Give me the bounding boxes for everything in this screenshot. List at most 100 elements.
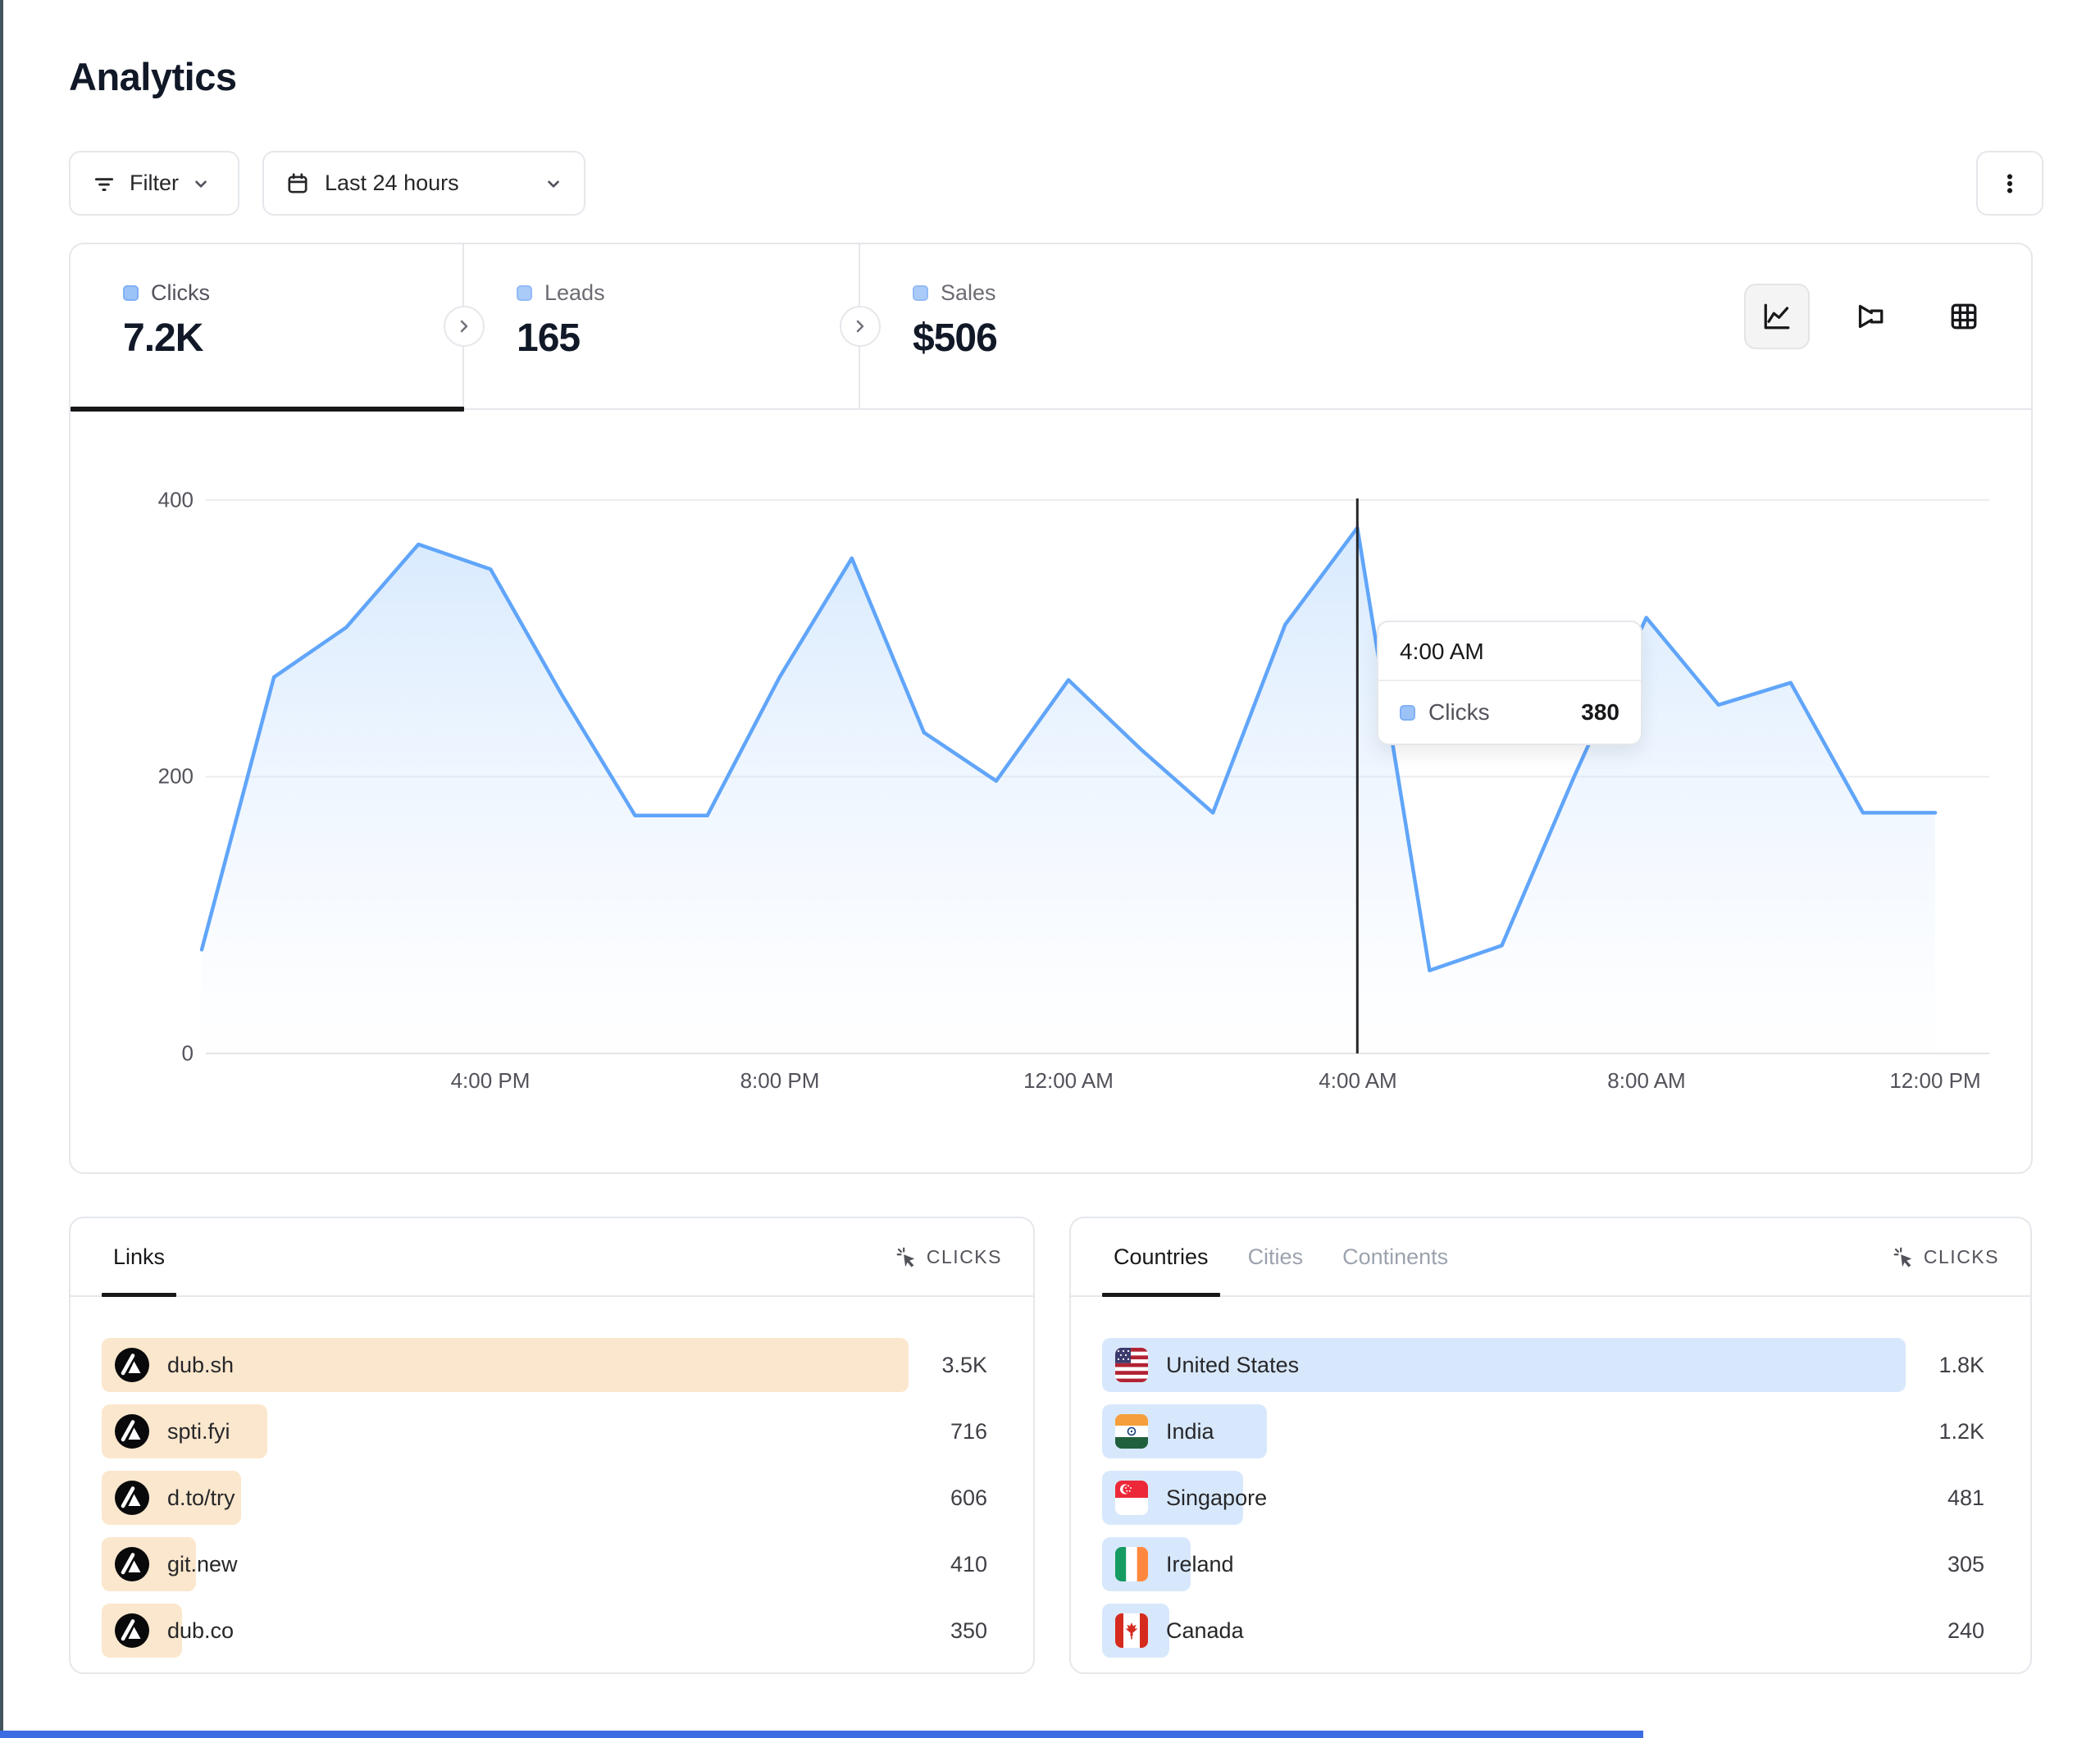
link-row[interactable]: git.new 410 [102, 1537, 987, 1591]
metric-value: 7.2K [123, 316, 462, 361]
country-clicks-value: 1.2K [1906, 1419, 1984, 1445]
funnel-view-button[interactable] [1838, 284, 1903, 349]
clicks-legend-square [1400, 705, 1415, 721]
country-label: Ireland [1166, 1552, 1234, 1577]
country-clicks-value: 481 [1906, 1485, 1984, 1511]
dub-logo-icon [115, 1481, 149, 1515]
flag-canada-icon [1115, 1613, 1148, 1648]
more-options-button[interactable] [1976, 151, 2043, 216]
panel-metric-selector[interactable]: CLICKS [894, 1244, 1002, 1269]
link-label: dub.co [167, 1618, 234, 1644]
panel-metric-label: CLICKS [927, 1246, 1002, 1268]
y-axis-tick: 200 [95, 764, 194, 789]
metric-value: $506 [913, 316, 1287, 361]
link-clicks-value: 716 [909, 1419, 987, 1445]
chart-line [202, 528, 1935, 971]
link-label: git.new [167, 1552, 238, 1577]
tab-links[interactable]: Links [102, 1218, 176, 1295]
active-tab-underline [71, 407, 464, 412]
country-label: United States [1166, 1353, 1299, 1378]
analytics-page: Analytics Filter Last 24 hours [0, 0, 2100, 1738]
date-range-label: Last 24 hours [325, 171, 459, 196]
metric-label: Sales [941, 280, 996, 306]
bottom-selection-strip [0, 1731, 1643, 1738]
country-label: Singapore [1166, 1485, 1267, 1511]
country-row[interactable]: Canada 240 [1102, 1604, 1984, 1658]
links-panel: Links CLICKS [69, 1217, 1035, 1674]
metric-value: 165 [517, 316, 859, 361]
country-row[interactable]: United States 1.8K [1102, 1338, 1984, 1392]
x-axis-tick: 4:00 AM [1319, 1068, 1396, 1094]
kebab-menu-icon [1996, 170, 2024, 198]
flag-ireland-icon [1115, 1547, 1148, 1581]
panel-metric-selector[interactable]: CLICKS [1891, 1244, 1999, 1269]
x-axis-tick: 12:00 PM [1889, 1068, 1980, 1094]
y-axis-tick: 0 [95, 1041, 194, 1067]
filter-button[interactable]: Filter [69, 151, 239, 216]
cursor-click-icon [894, 1244, 918, 1269]
chart-type-switcher [1744, 284, 1997, 349]
country-clicks-value: 240 [1906, 1618, 1984, 1644]
grid-table-icon [1947, 300, 1980, 333]
page-title: Analytics [69, 54, 236, 99]
tab-countries[interactable]: Countries [1102, 1218, 1220, 1295]
x-axis-tick: 8:00 PM [740, 1068, 820, 1094]
link-clicks-value: 350 [909, 1618, 987, 1644]
link-clicks-value: 410 [909, 1552, 987, 1577]
metric-label: Leads [544, 280, 605, 306]
link-clicks-value: 3.5K [909, 1353, 987, 1378]
country-clicks-value: 1.8K [1906, 1353, 1984, 1378]
funnel-icon [1854, 300, 1887, 333]
country-row[interactable]: Singapore 481 [1102, 1471, 1984, 1525]
chart-area-fill [202, 528, 1935, 1053]
y-axis-tick: 400 [95, 488, 194, 513]
sales-legend-square [913, 285, 928, 301]
line-chart-icon [1761, 300, 1793, 333]
country-row[interactable]: Ireland 305 [1102, 1537, 1984, 1591]
metric-label: Clicks [151, 280, 210, 306]
link-label: d.to/try [167, 1485, 235, 1511]
country-clicks-value: 305 [1906, 1552, 1984, 1577]
country-label: India [1166, 1419, 1214, 1445]
date-range-button[interactable]: Last 24 hours [262, 151, 585, 216]
x-axis-tick: 4:00 PM [451, 1068, 531, 1094]
tab-leads[interactable]: Leads 165 [464, 244, 860, 410]
line-chart-view-button[interactable] [1744, 284, 1810, 349]
link-row[interactable]: dub.sh 3.5K [102, 1338, 987, 1392]
country-label: Canada [1166, 1618, 1244, 1644]
analytics-card: 0 200 400 4:00 PM 8:00 PM 12:00 AM 4:00 … [69, 243, 2033, 1174]
tab-clicks[interactable]: Clicks 7.2K [71, 244, 464, 410]
link-clicks-value: 606 [909, 1485, 987, 1511]
country-row[interactable]: India 1.2K [1102, 1404, 1984, 1458]
flag-us-icon [1115, 1348, 1148, 1382]
left-edge-strip [0, 0, 3, 1738]
dub-logo-icon [115, 1547, 149, 1581]
chevron-down-icon [192, 175, 210, 193]
link-row[interactable]: d.to/try 606 [102, 1471, 987, 1525]
leads-legend-square [517, 285, 532, 301]
expand-metrics-button[interactable] [840, 306, 881, 347]
cursor-click-icon [1891, 1244, 1916, 1269]
dub-logo-icon [115, 1348, 149, 1382]
metric-tabs: Clicks 7.2K Leads 165 Sales $506 [71, 244, 2031, 410]
link-row[interactable]: dub.co 350 [102, 1604, 987, 1658]
chart-tooltip: 4:00 AM Clicks 380 [1377, 621, 1642, 745]
flag-singapore-icon [1115, 1481, 1148, 1515]
x-axis-tick: 12:00 AM [1023, 1068, 1114, 1094]
table-view-button[interactable] [1931, 284, 1997, 349]
link-label: spti.fyi [167, 1419, 230, 1445]
filter-button-label: Filter [130, 171, 179, 196]
dub-logo-icon [115, 1414, 149, 1449]
tab-sales[interactable]: Sales $506 [860, 244, 1287, 410]
tab-continents[interactable]: Continents [1331, 1218, 1460, 1295]
countries-panel: Countries Cities Continents CLICKS [1069, 1217, 2032, 1674]
tooltip-metric-label: Clicks [1428, 699, 1490, 726]
chevron-down-icon [544, 175, 563, 193]
filter-icon [92, 171, 116, 196]
tooltip-metric-value: 380 [1581, 699, 1619, 726]
x-axis-tick: 8:00 AM [1607, 1068, 1685, 1094]
tab-cities[interactable]: Cities [1237, 1218, 1315, 1295]
expand-metrics-button[interactable] [444, 306, 485, 347]
panel-metric-label: CLICKS [1924, 1246, 1999, 1268]
link-row[interactable]: spti.fyi 716 [102, 1404, 987, 1458]
